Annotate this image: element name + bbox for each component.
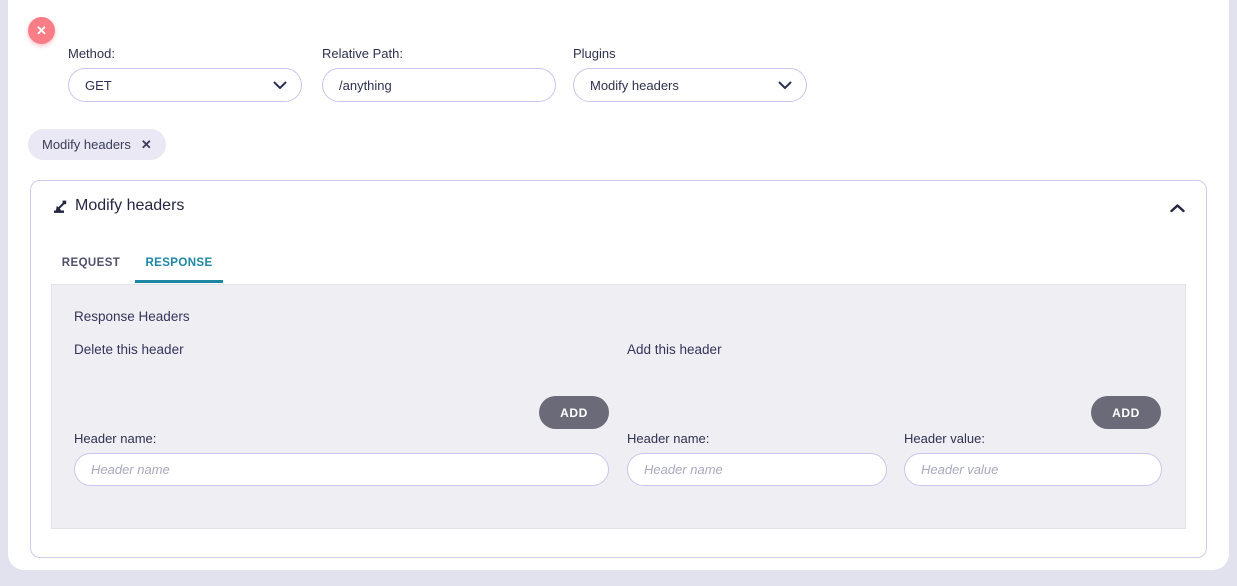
tab-request[interactable]: REQUEST (47, 246, 135, 283)
delete-header-subtitle: Delete this header (74, 342, 184, 357)
relative-path-label: Relative Path: (322, 46, 556, 61)
method-value: GET (85, 78, 273, 93)
add-new-header-button[interactable]: ADD (1091, 396, 1161, 429)
add-header-name-input[interactable] (627, 453, 887, 486)
method-label: Method: (68, 46, 302, 61)
response-headers-section: Response Headers Delete this header Add … (51, 284, 1186, 529)
chevron-up-icon (1170, 204, 1185, 213)
add-header-value-input[interactable] (904, 453, 1162, 486)
close-mock-button[interactable]: ✕ (28, 17, 55, 44)
plugins-field: Plugins Modify headers (573, 46, 807, 102)
method-field: Method: GET (68, 46, 302, 102)
relative-path-input-wrap (322, 68, 556, 102)
add-header-value-label: Header value: (904, 431, 985, 446)
add-delete-header-button[interactable]: ADD (539, 396, 609, 429)
panel-title-text: Modify headers (75, 197, 184, 215)
plugins-label: Plugins (573, 46, 807, 61)
modify-headers-icon (53, 199, 68, 214)
relative-path-field: Relative Path: (322, 46, 556, 102)
chip-remove-icon[interactable]: ✕ (141, 137, 152, 153)
tab-response[interactable]: RESPONSE (135, 246, 223, 283)
chip-label: Modify headers (42, 137, 131, 152)
panel-tabs: REQUEST RESPONSE (47, 246, 223, 283)
modify-headers-panel: Modify headers REQUEST RESPONSE Response… (30, 180, 1207, 558)
panel-title: Modify headers (53, 197, 184, 215)
delete-header-name-label: Header name: (74, 431, 156, 446)
section-title: Response Headers (74, 309, 190, 324)
delete-header-name-input[interactable] (74, 453, 609, 486)
collapse-panel-button[interactable] (1166, 199, 1188, 217)
method-select[interactable]: GET (68, 68, 302, 102)
plugins-select[interactable]: Modify headers (573, 68, 807, 102)
chevron-down-icon (778, 81, 792, 90)
plugins-value: Modify headers (590, 78, 778, 93)
close-icon: ✕ (36, 23, 47, 39)
add-header-subtitle: Add this header (627, 342, 722, 357)
plugin-chip-modify-headers[interactable]: Modify headers ✕ (28, 129, 166, 160)
add-header-name-label: Header name: (627, 431, 709, 446)
relative-path-input[interactable] (339, 78, 541, 93)
page-card: ✕ Method: GET Relative Path: Plugins Mod… (8, 0, 1229, 570)
chevron-down-icon (273, 81, 287, 90)
panel-header: Modify headers (31, 181, 1206, 231)
